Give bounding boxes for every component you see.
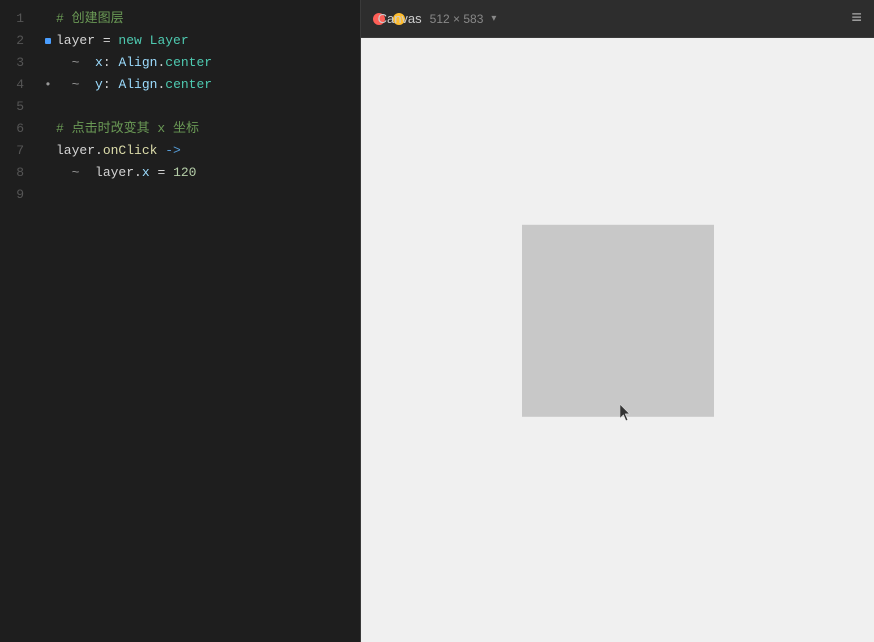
line-content-5 [56, 96, 64, 118]
line-number-9: 9 [0, 184, 40, 206]
line-content-6: # 点击时改变其 x 坐标 [56, 118, 199, 140]
canvas-viewport[interactable] [361, 38, 874, 642]
line-content-8: ~ layer.x = 120 [56, 162, 196, 184]
line-number-3: 3 [0, 52, 40, 74]
code-line-5: 5 [0, 96, 360, 118]
line-number-1: 1 [0, 8, 40, 30]
code-line-4: 4 • ~ y: Align.center [0, 74, 360, 96]
canvas-panel: Canvas 512 × 583 ▾ ≡ [360, 0, 874, 642]
code-line-3: 3 ~ x: Align.center [0, 52, 360, 74]
canvas-title-group: Canvas 512 × 583 ▾ [378, 11, 497, 26]
canvas-dimensions: 512 × 583 [430, 12, 484, 26]
chevron-down-icon[interactable]: ▾ [491, 13, 496, 24]
line-content-2: layer = new Layer [56, 30, 189, 52]
line-number-7: 7 [0, 140, 40, 162]
code-line-9: 9 [0, 184, 360, 206]
line-number-8: 8 [0, 162, 40, 184]
code-area: 1 # 创建图层 2 layer = new Layer 3 ~ x: Alig… [0, 0, 360, 206]
code-line-8: 8 ~ layer.x = 120 [0, 162, 360, 184]
line-content-1: # 创建图层 [56, 8, 124, 30]
line-number-4: 4 [0, 74, 40, 96]
canvas-layer[interactable] [522, 225, 714, 417]
line-content-4: ~ y: Align.center [56, 74, 212, 96]
canvas-titlebar: Canvas 512 × 583 ▾ ≡ [361, 0, 874, 38]
line-number-6: 6 [0, 118, 40, 140]
line-content-7: layer.onClick -> [56, 140, 181, 162]
line-indicator-2 [40, 38, 56, 44]
line-content-9 [56, 184, 64, 206]
line-number-2: 2 [0, 30, 40, 52]
code-line-1: 1 # 创建图层 [0, 8, 360, 30]
editor-panel: 1 # 创建图层 2 layer = new Layer 3 ~ x: Alig… [0, 0, 360, 642]
canvas-title: Canvas [378, 11, 422, 26]
line-number-5: 5 [0, 96, 40, 118]
code-line-2: 2 layer = new Layer [0, 30, 360, 52]
code-line-6: 6 # 点击时改变其 x 坐标 [0, 118, 360, 140]
line-content-3: ~ x: Align.center [56, 52, 212, 74]
menu-icon[interactable]: ≡ [851, 9, 862, 29]
line-indicator-4: • [40, 74, 56, 96]
code-line-7: 7 layer.onClick -> [0, 140, 360, 162]
breakpoint-dot-2 [45, 38, 51, 44]
